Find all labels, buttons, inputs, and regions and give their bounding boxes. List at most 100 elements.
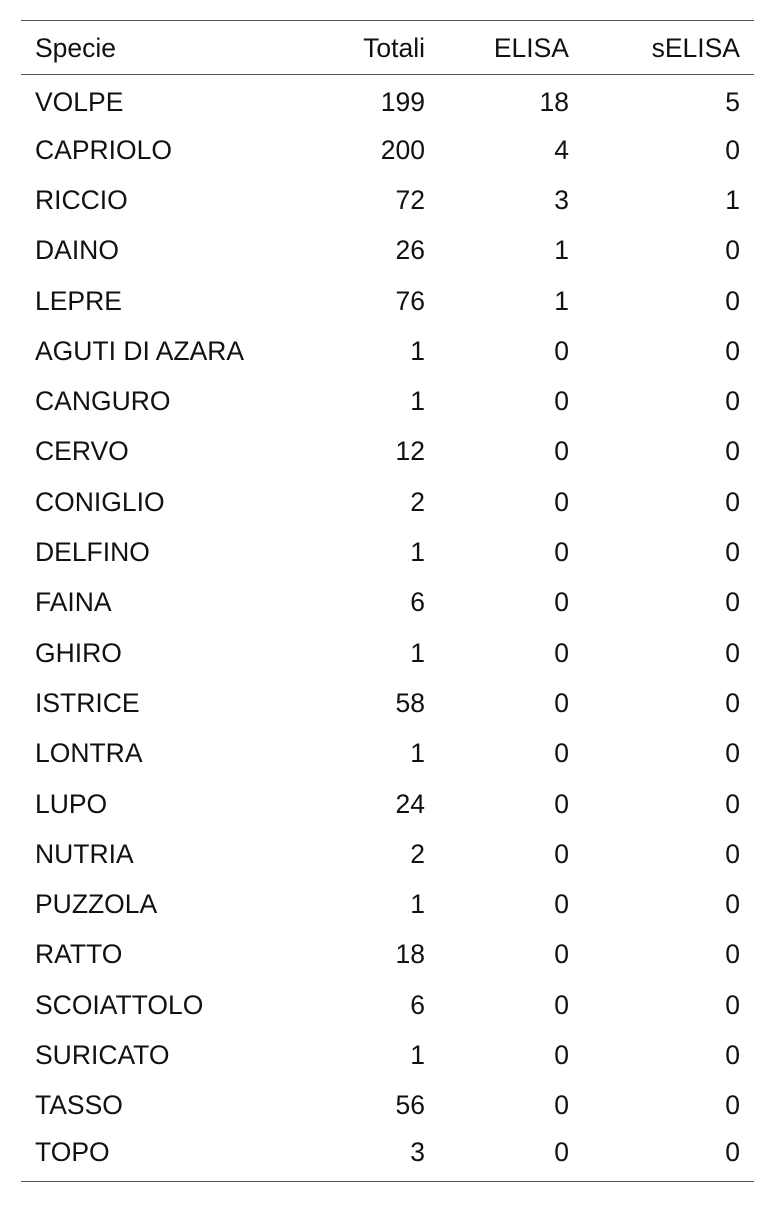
- table-row: GHIRO 1 0 0: [21, 628, 754, 678]
- cell-elisa: 0: [554, 1040, 569, 1071]
- cell-elisa: 0: [554, 1137, 569, 1168]
- table-body: VOLPE 199 18 5 CAPRIOLO 200 4 0 RICCIO 72 3 1 DAINO 2…: [21, 75, 754, 1182]
- cell-totali: 1: [410, 889, 425, 920]
- cell-selisa: 1: [725, 184, 740, 215]
- cell-elisa: 0: [554, 989, 569, 1020]
- cell-elisa: 18: [539, 86, 569, 117]
- cell-selisa: 0: [725, 637, 740, 668]
- cell-totali: 1: [410, 335, 425, 366]
- table-row: DELFINO 1 0 0: [21, 527, 754, 577]
- table-row: NUTRIA 2 0 0: [21, 829, 754, 879]
- cell-specie: LONTRA: [35, 738, 143, 769]
- cell-selisa: 0: [725, 738, 740, 769]
- cell-elisa: 0: [554, 788, 569, 819]
- cell-totali: 3: [410, 1137, 425, 1168]
- cell-specie: RICCIO: [35, 184, 128, 215]
- cell-totali: 199: [380, 86, 425, 117]
- cell-elisa: 0: [554, 587, 569, 618]
- cell-specie: AGUTI DI AZARA: [35, 335, 245, 366]
- cell-totali: 1: [410, 1040, 425, 1071]
- cell-selisa: 0: [725, 939, 740, 970]
- table-row: LUPO 24 0 0: [21, 779, 754, 829]
- cell-selisa: 0: [725, 436, 740, 467]
- header-specie: Specie: [35, 33, 117, 64]
- cell-specie: CONIGLIO: [35, 486, 165, 517]
- table-row: LONTRA 1 0 0: [21, 728, 754, 778]
- cell-elisa: 0: [554, 335, 569, 366]
- table-row: TOPO 3 0 0: [21, 1131, 754, 1182]
- cell-elisa: 1: [554, 235, 569, 266]
- cell-selisa: 0: [725, 235, 740, 266]
- cell-elisa: 0: [554, 486, 569, 517]
- cell-specie: PUZZOLA: [35, 889, 158, 920]
- cell-selisa: 0: [725, 486, 740, 517]
- table-row: VOLPE 199 18 5: [21, 75, 754, 125]
- cell-selisa: 0: [725, 537, 740, 568]
- cell-totali: 2: [410, 838, 425, 869]
- cell-specie: CANGURO: [35, 386, 171, 417]
- cell-specie: DAINO: [35, 235, 119, 266]
- cell-elisa: 0: [554, 537, 569, 568]
- table-row: SURICATO 1 0 0: [21, 1030, 754, 1080]
- table-row: RATTO 18 0 0: [21, 930, 754, 980]
- table-row: SCOIATTOLO 6 0 0: [21, 980, 754, 1030]
- table-row: PUZZOLA 1 0 0: [21, 879, 754, 929]
- species-table: Specie Totali ELISA sELISA VOLPE 199 18 5 CA…: [21, 20, 754, 1182]
- cell-specie: FAINA: [35, 587, 112, 618]
- table-row: CONIGLIO 2 0 0: [21, 477, 754, 527]
- cell-specie: VOLPE: [35, 86, 124, 117]
- cell-elisa: 3: [554, 184, 569, 215]
- cell-elisa: 0: [554, 838, 569, 869]
- cell-elisa: 1: [554, 285, 569, 316]
- cell-selisa: 0: [725, 285, 740, 316]
- cell-selisa: 0: [725, 386, 740, 417]
- cell-selisa: 0: [725, 889, 740, 920]
- cell-selisa: 0: [725, 1137, 740, 1168]
- table-row: CANGURO 1 0 0: [21, 376, 754, 426]
- cell-totali: 72: [395, 184, 425, 215]
- cell-selisa: 0: [725, 989, 740, 1020]
- table-row: FAINA 6 0 0: [21, 577, 754, 627]
- cell-elisa: 0: [554, 637, 569, 668]
- header-totali: Totali: [363, 33, 425, 64]
- cell-selisa: 0: [725, 1040, 740, 1071]
- cell-totali: 1: [410, 386, 425, 417]
- cell-elisa: 0: [554, 1090, 569, 1121]
- cell-totali: 2: [410, 486, 425, 517]
- cell-specie: LEPRE: [35, 285, 122, 316]
- cell-specie: NUTRIA: [35, 838, 134, 869]
- table-row: DAINO 26 1 0: [21, 225, 754, 275]
- cell-specie: RATTO: [35, 939, 123, 970]
- cell-specie: CERVO: [35, 436, 129, 467]
- cell-totali: 6: [410, 989, 425, 1020]
- cell-totali: 6: [410, 587, 425, 618]
- table-row: CAPRIOLO 200 4 0: [21, 125, 754, 175]
- table-row: ISTRICE 58 0 0: [21, 678, 754, 728]
- cell-totali: 12: [395, 436, 425, 467]
- table-row: RICCIO 72 3 1: [21, 175, 754, 225]
- cell-totali: 58: [395, 687, 425, 718]
- cell-totali: 1: [410, 637, 425, 668]
- table-header: Specie Totali ELISA sELISA: [21, 20, 754, 75]
- cell-specie: TOPO: [35, 1137, 110, 1168]
- cell-totali: 24: [395, 788, 425, 819]
- table-row: CERVO 12 0 0: [21, 427, 754, 477]
- cell-selisa: 0: [725, 687, 740, 718]
- table-row: AGUTI DI AZARA 1 0 0: [21, 326, 754, 376]
- cell-totali: 1: [410, 537, 425, 568]
- cell-totali: 26: [395, 235, 425, 266]
- header-row: Specie Totali ELISA sELISA: [21, 20, 754, 75]
- cell-specie: GHIRO: [35, 637, 122, 668]
- table-row: LEPRE 76 1 0: [21, 276, 754, 326]
- cell-elisa: 4: [554, 134, 569, 165]
- cell-selisa: 0: [725, 587, 740, 618]
- cell-selisa: 0: [725, 1090, 740, 1121]
- cell-selisa: 0: [725, 335, 740, 366]
- cell-totali: 200: [380, 134, 425, 165]
- cell-specie: SCOIATTOLO: [35, 989, 204, 1020]
- cell-totali: 18: [395, 939, 425, 970]
- cell-elisa: 0: [554, 889, 569, 920]
- cell-selisa: 0: [725, 838, 740, 869]
- cell-totali: 56: [395, 1090, 425, 1121]
- cell-specie: CAPRIOLO: [35, 134, 172, 165]
